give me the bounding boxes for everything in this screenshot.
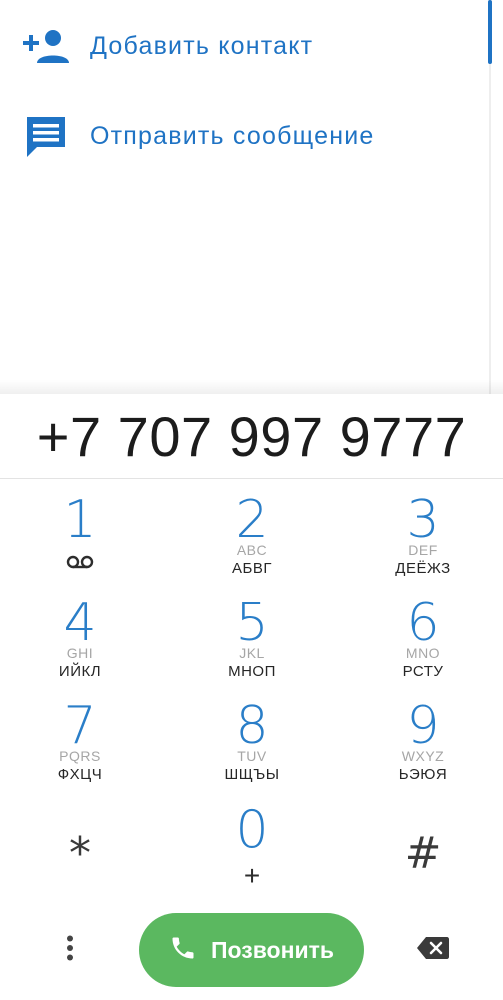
number-display[interactable]: +7 707 997 9777 bbox=[0, 394, 503, 479]
key-latin-letters: PQRS bbox=[59, 748, 101, 764]
key-4[interactable]: 4 GHI ИЙКЛ bbox=[10, 585, 150, 685]
key-digit: 4 bbox=[63, 593, 97, 653]
message-icon bbox=[22, 112, 70, 160]
voicemail-icon bbox=[10, 555, 150, 569]
key-latin-letters: ABC bbox=[236, 542, 268, 558]
scrollbar-thumb[interactable] bbox=[488, 0, 492, 64]
key-digit: 0 bbox=[235, 800, 269, 860]
key-digit: 6 bbox=[406, 593, 440, 653]
key-cyrillic-letters: АБВГ bbox=[232, 560, 272, 577]
key-symbol: # bbox=[404, 828, 442, 879]
more-options-button[interactable] bbox=[50, 928, 90, 972]
key-digit: 1 bbox=[63, 490, 97, 550]
key-cyrillic-letters: МНОП bbox=[228, 663, 276, 680]
add-contact-action[interactable]: Добавить контакт bbox=[0, 6, 480, 86]
key-cyrillic-letters: ДЕЁЖЗ bbox=[395, 560, 451, 577]
call-button-label: Позвонить bbox=[210, 936, 335, 963]
key-cyrillic-letters: ШЩЪЫ bbox=[224, 766, 280, 783]
key-symbol: * bbox=[69, 828, 91, 879]
key-star[interactable]: * bbox=[10, 800, 150, 900]
key-digit: 9 bbox=[406, 696, 440, 756]
call-button[interactable]: Позвонить bbox=[139, 913, 364, 987]
phone-icon bbox=[169, 934, 197, 967]
key-digit: 3 bbox=[406, 490, 440, 550]
key-hash[interactable]: # bbox=[353, 800, 493, 900]
key-5[interactable]: 5 JKL МНОП bbox=[182, 585, 322, 685]
dialed-number: +7 707 997 9777 bbox=[36, 404, 467, 468]
send-message-label: Отправить сообщение bbox=[90, 121, 375, 150]
key-2[interactable]: 2 ABC АБВГ bbox=[182, 482, 322, 582]
key-digit: 8 bbox=[235, 696, 269, 756]
backspace-button[interactable] bbox=[408, 930, 458, 970]
scrollbar-track bbox=[489, 64, 491, 394]
key-cyrillic-letters: ФХЦЧ bbox=[57, 766, 103, 783]
key-8[interactable]: 8 TUV ШЩЪЫ bbox=[182, 688, 322, 788]
key-1[interactable]: 1 bbox=[10, 482, 150, 582]
key-7[interactable]: 7 PQRS ФХЦЧ bbox=[10, 688, 150, 788]
key-cyrillic-letters: РСТУ bbox=[402, 663, 444, 680]
key-6[interactable]: 6 MNO РСТУ bbox=[353, 585, 493, 685]
key-3[interactable]: 3 DEF ДЕЁЖЗ bbox=[353, 482, 493, 582]
add-contact-label: Добавить контакт bbox=[90, 31, 314, 60]
person-add-icon bbox=[22, 22, 70, 70]
key-plus: + bbox=[243, 860, 261, 891]
key-latin-letters: TUV bbox=[237, 748, 267, 764]
key-9[interactable]: 9 WXYZ ЬЭЮЯ bbox=[353, 688, 493, 788]
key-latin-letters: WXYZ bbox=[401, 748, 445, 764]
key-digit: 2 bbox=[235, 490, 269, 550]
key-latin-letters: GHI bbox=[66, 645, 94, 661]
key-latin-letters: MNO bbox=[405, 645, 441, 661]
key-cyrillic-letters: ИЙКЛ bbox=[58, 663, 102, 680]
quick-actions-panel: Добавить контакт Отправить сообщение bbox=[0, 0, 503, 394]
backspace-icon bbox=[416, 936, 450, 965]
key-latin-letters: JKL bbox=[239, 645, 265, 661]
more-vert-icon bbox=[66, 935, 74, 966]
key-cyrillic-letters: ЬЭЮЯ bbox=[398, 766, 448, 783]
key-latin-letters: DEF bbox=[408, 542, 438, 558]
key-digit: 7 bbox=[63, 696, 97, 756]
send-message-action[interactable]: Отправить сообщение bbox=[0, 96, 480, 176]
key-0[interactable]: 0 + bbox=[182, 792, 322, 892]
key-digit: 5 bbox=[235, 593, 269, 653]
